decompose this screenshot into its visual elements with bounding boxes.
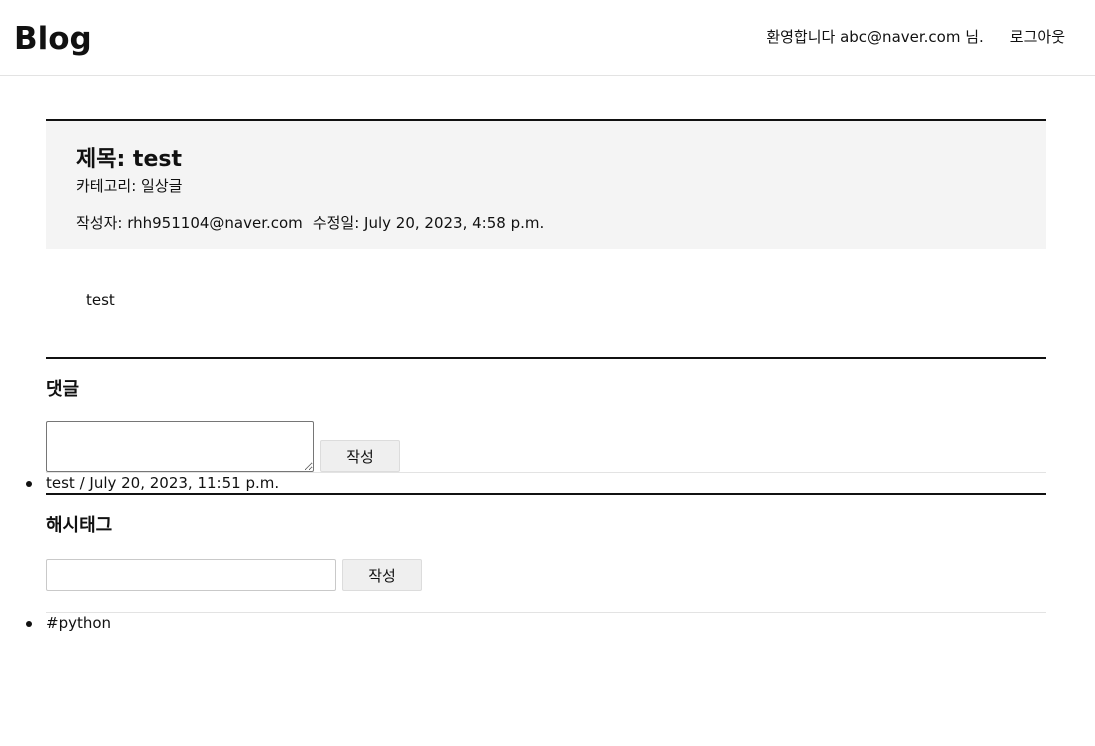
comment-item: test / July 20, 2023, 11:51 p.m. [26,473,1046,493]
hashtags-title: 해시태그 [46,515,113,536]
post-modified-date: 수정일: July 20, 2023, 4:58 p.m. [312,214,545,232]
top-header: Blog 환영합니다 abc@naver.com 님. 로그아웃 [0,0,1095,76]
post-meta: 작성자: rhh951104@naver.com 수정일: July 20, 20… [76,212,1016,234]
main-content: 제목: test 카테고리: 일상글 작성자: rhh951104@naver.… [26,119,1046,633]
hashtag-input[interactable] [46,559,336,591]
comments-title: 댓글 [46,379,80,400]
welcome-text: 환영합니다 abc@naver.com 님. [766,28,984,46]
hashtags-section: 해시태그 작성 #python [26,493,1046,633]
post-author: 작성자: rhh951104@naver.com [76,214,303,232]
post-title: 제목: test [76,147,182,172]
user-area: 환영합니다 abc@naver.com 님. 로그아웃 [766,26,1065,47]
hashtag-item[interactable]: #python [26,613,1046,633]
comment-submit-button[interactable]: 작성 [320,440,400,472]
comments-section: 댓글 작성 test / July 20, 2023, 11:51 p.m. [26,357,1046,493]
post-body: test [86,291,115,309]
comment-list: test / July 20, 2023, 11:51 p.m. [26,473,1046,493]
logout-link[interactable]: 로그아웃 [1010,26,1065,47]
post-header: 제목: test 카테고리: 일상글 작성자: rhh951104@naver.… [46,119,1046,249]
comment-textarea[interactable] [46,421,314,472]
hashtag-list: #python [26,613,1046,633]
post-category: 카테고리: 일상글 [76,177,183,195]
blog-logo[interactable]: Blog [14,21,92,57]
hashtag-submit-button[interactable]: 작성 [342,559,422,591]
comment-form: 작성 [46,421,1046,472]
hashtag-form: 작성 [46,559,1046,591]
